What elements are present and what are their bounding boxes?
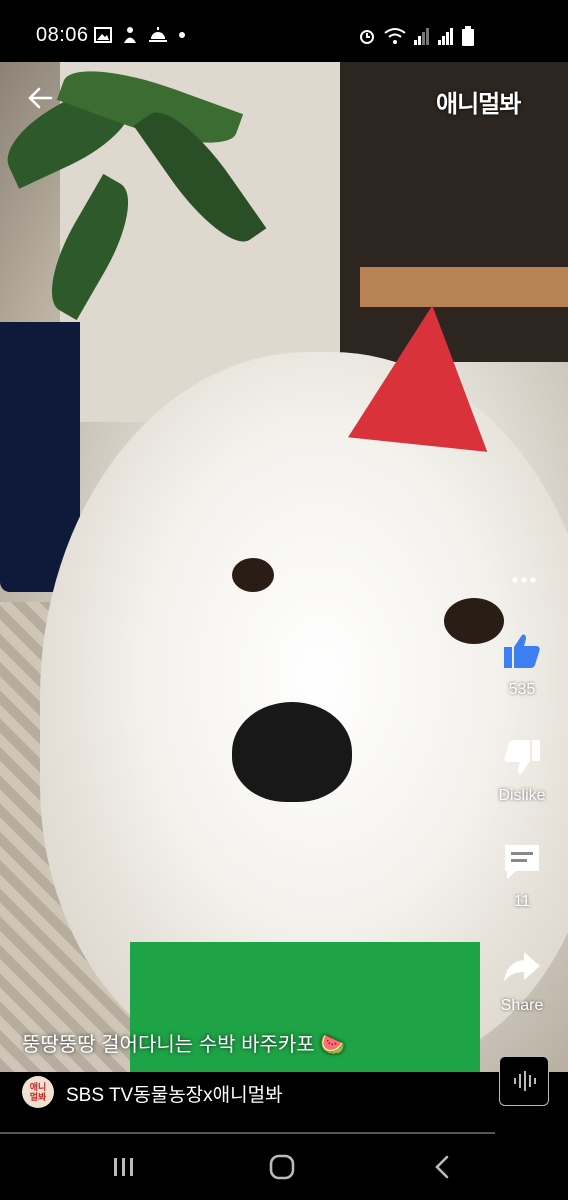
status-left-icons [94, 26, 186, 44]
comment-count: 11 [513, 893, 531, 910]
home-icon [269, 1154, 295, 1180]
like-count: 535 [508, 681, 536, 698]
audio-button[interactable] [499, 1056, 549, 1106]
dog-eye-left [232, 558, 274, 592]
more-horizontal-icon [512, 577, 536, 583]
comment-icon [505, 845, 539, 879]
share-label: Share [500, 997, 544, 1014]
video-title[interactable]: 뚱땅뚱땅 걸어다니는 수박 바주카포 🍉 [22, 1028, 345, 1057]
share-button[interactable]: Share [492, 948, 552, 1015]
dog-nose [232, 702, 352, 802]
channel-name[interactable]: SBS TV동물농장x애니멀봐 [66, 1080, 283, 1107]
watermelon-hat [348, 298, 502, 452]
wifi-icon [384, 28, 406, 44]
person-icon [124, 27, 136, 43]
video-player[interactable] [0, 62, 568, 1072]
dot-icon [179, 32, 185, 38]
signal-icon [438, 28, 453, 45]
signal-icon [414, 28, 429, 45]
image-icon [94, 27, 112, 43]
dislike-button[interactable]: Dislike [492, 738, 552, 805]
status-right-icons [358, 26, 474, 46]
channel-watermark-logo: 애니멀봐 [436, 91, 521, 118]
alarm-icon [360, 30, 374, 44]
home-button[interactable] [262, 1150, 302, 1184]
more-button[interactable] [510, 570, 540, 590]
audio-waveform-icon [514, 1071, 536, 1091]
back-button[interactable] [22, 80, 58, 116]
share-arrow-icon [504, 952, 540, 982]
status-bar: 08:06 [0, 0, 568, 62]
like-button[interactable]: 535 [492, 632, 552, 699]
sunrise-icon [149, 27, 167, 42]
recents-icon [114, 1158, 133, 1176]
thumbs-up-icon [504, 634, 540, 668]
channel-avatar[interactable]: 애니 멀봐 [22, 1076, 54, 1108]
thumbs-down-icon [504, 740, 540, 774]
system-back-button[interactable] [422, 1150, 462, 1184]
channel-avatar-text: 애니 멀봐 [29, 1082, 47, 1102]
status-time: 08:06 [36, 24, 89, 46]
recents-button[interactable] [104, 1150, 144, 1184]
battery-icon [462, 26, 474, 46]
comments-button[interactable]: 11 [492, 842, 552, 911]
dislike-label: Dislike [498, 787, 546, 804]
arrow-left-icon [28, 87, 53, 109]
chevron-left-icon [435, 1155, 449, 1179]
